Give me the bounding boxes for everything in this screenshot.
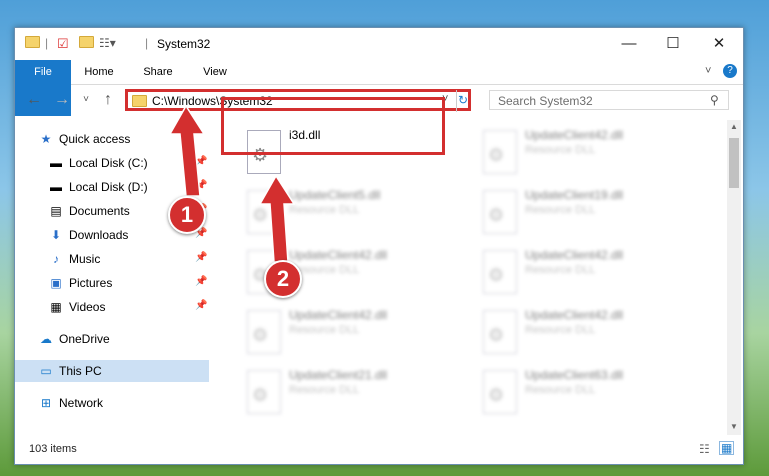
step-2-badge: 2 <box>264 260 302 298</box>
step-1-badge: 1 <box>168 196 206 234</box>
arrow-1-icon <box>168 104 206 197</box>
annotation-arrows <box>168 104 296 263</box>
arrow-2-icon <box>258 174 296 263</box>
